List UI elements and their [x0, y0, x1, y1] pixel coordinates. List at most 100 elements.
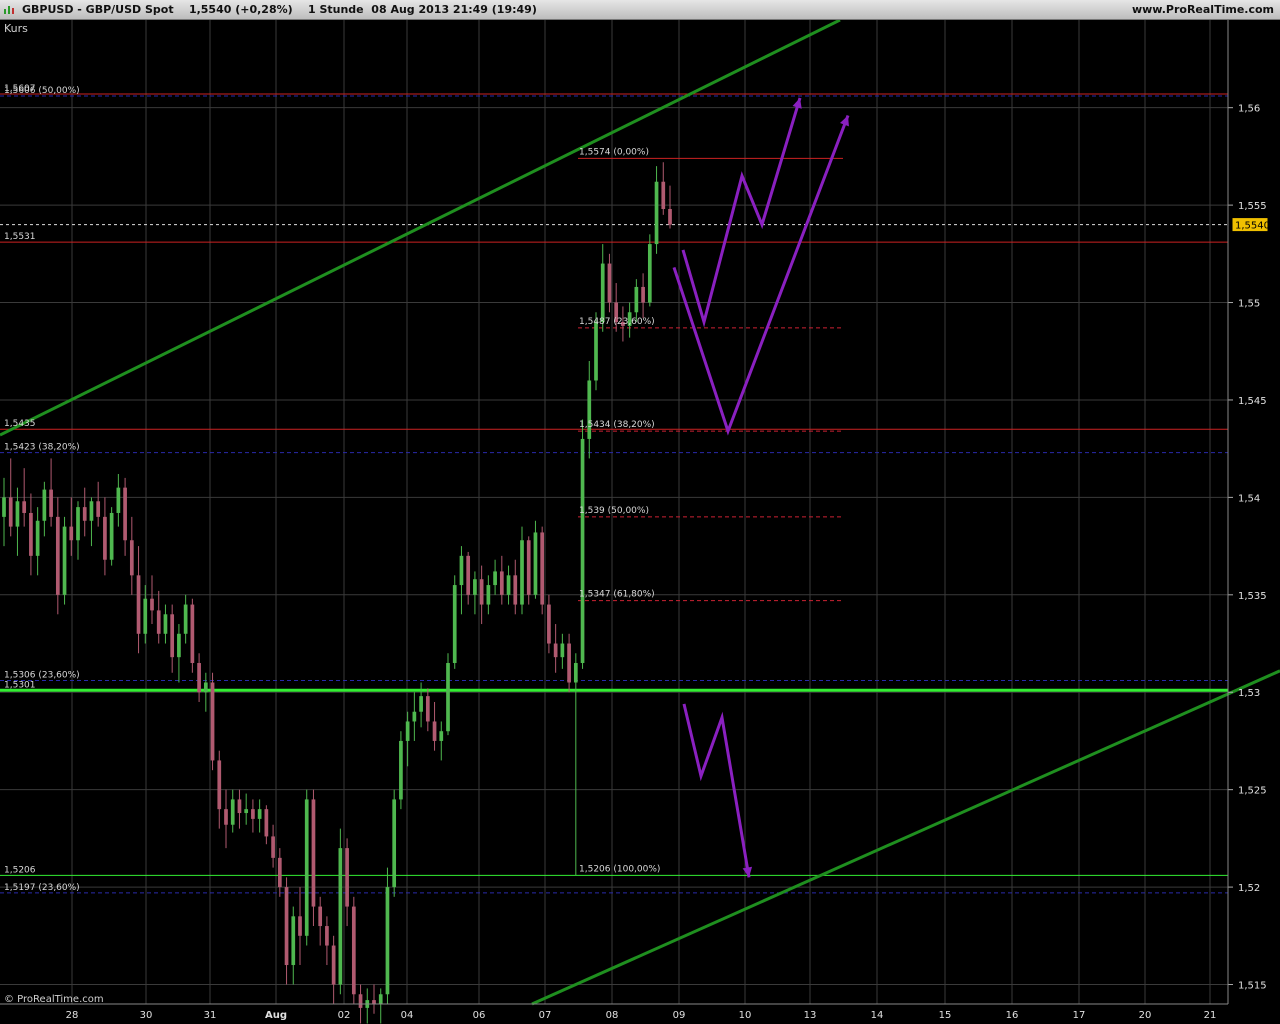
candle-body — [264, 809, 269, 837]
y-tick-label: 1,545 — [1238, 396, 1267, 407]
candle-body — [432, 721, 437, 741]
candle-body — [641, 286, 645, 303]
x-tick-label: 10 — [739, 1010, 752, 1021]
fib-label: 1,5487 (23,60%) — [579, 317, 655, 327]
candle-body — [150, 598, 154, 611]
candle-body — [318, 906, 323, 927]
candle-body — [15, 501, 20, 527]
last-price-label: 1,5540 — [1235, 221, 1270, 232]
candle-body — [210, 682, 215, 761]
y-tick-label: 1,525 — [1238, 786, 1267, 797]
level-label: 1,5606 (50,00%) — [4, 86, 80, 96]
x-tick-label: 21 — [1204, 1010, 1217, 1021]
candle-body — [325, 926, 329, 946]
candle-body — [136, 575, 141, 634]
candle-body — [499, 571, 504, 595]
candle-body — [378, 994, 383, 1004]
y-tick-label: 1,535 — [1238, 591, 1267, 602]
x-tick-label: 09 — [673, 1010, 686, 1021]
candle-body — [257, 809, 262, 819]
candle-body — [237, 799, 242, 814]
x-tick-label: 31 — [204, 1010, 217, 1021]
candle-body — [419, 696, 423, 712]
candle-body — [224, 809, 228, 825]
candle-body — [473, 579, 477, 595]
candle-body — [439, 731, 444, 741]
candle-body — [29, 512, 33, 556]
candle-body — [351, 906, 356, 995]
candle-body — [271, 836, 275, 858]
candle-body — [284, 887, 289, 966]
candle-body — [587, 380, 592, 439]
candle-body — [372, 1000, 376, 1004]
candle-body — [580, 438, 585, 664]
candle-body — [156, 610, 161, 634]
timeframe-date-label: 1 Stunde 08 Aug 2013 21:49 (19:49) — [307, 3, 537, 16]
candle-body — [452, 585, 457, 664]
candle-body — [298, 916, 302, 936]
y-tick-label: 1,555 — [1238, 201, 1267, 212]
candle-body — [170, 614, 175, 658]
symbol-label: GBPUSD - GBP/USD Spot — [22, 3, 174, 16]
x-tick-label: 07 — [539, 1010, 552, 1021]
candle-body — [594, 322, 598, 381]
candle-body — [244, 809, 249, 814]
candle-body — [109, 512, 114, 560]
candle-body — [493, 571, 497, 586]
candle-body — [55, 516, 60, 595]
candle-body — [116, 487, 121, 513]
chart-panel-title: Kurs — [4, 22, 28, 35]
candle-body — [547, 604, 551, 644]
candle-body — [634, 286, 639, 313]
fib-label: 1,539 (50,00%) — [579, 506, 649, 516]
level-label: 1,5423 (38,20%) — [4, 443, 80, 453]
candle-body — [358, 994, 363, 1008]
candle-body — [230, 799, 235, 825]
y-tick-label: 1,52 — [1238, 883, 1260, 894]
chart-title-bar: GBPUSD - GBP/USD Spot 1,5540 (+0,28%) 1 … — [0, 0, 1280, 20]
candle-body — [412, 711, 417, 722]
candle-body — [338, 848, 343, 985]
candle-body — [459, 555, 464, 586]
x-tick-label: 20 — [1139, 1010, 1152, 1021]
candle-body — [183, 604, 188, 634]
candle-body — [399, 740, 403, 800]
candle-body — [560, 643, 565, 658]
fib-label: 1,5434 (38,20%) — [579, 420, 655, 430]
candle-body — [466, 555, 471, 595]
candle-body — [385, 887, 390, 995]
candle-body — [647, 244, 652, 303]
y-tick-label: 1,56 — [1238, 104, 1260, 115]
candle-body — [533, 532, 538, 595]
x-tick-label: 16 — [1006, 1010, 1019, 1021]
candle-body — [446, 663, 450, 732]
candle-body — [123, 487, 127, 541]
y-tick-label: 1,54 — [1238, 493, 1260, 504]
candle-body — [600, 263, 605, 323]
candle-body — [345, 848, 349, 907]
x-tick-label: 14 — [871, 1010, 884, 1021]
x-tick-label: 06 — [473, 1010, 486, 1021]
candle-body — [69, 526, 74, 541]
price-change-label: 1,5540 (+0,28%) — [188, 3, 293, 16]
candle-body — [62, 526, 67, 595]
x-tick-label: 15 — [939, 1010, 952, 1021]
x-tick-label: 28 — [66, 1010, 79, 1021]
candle-body — [190, 604, 195, 664]
candle-body — [331, 945, 336, 985]
candle-body — [76, 507, 80, 541]
candle-body — [567, 643, 571, 683]
candle-body — [405, 721, 410, 741]
price-chart[interactable]: 1,56071,55311,54351,53011,52061,5606 (50… — [0, 20, 1280, 1024]
candle-body — [42, 489, 47, 521]
candle-body — [251, 809, 255, 819]
candle-body — [143, 598, 148, 634]
candle-body — [217, 760, 222, 810]
candle-body — [129, 540, 134, 576]
candle-body — [2, 497, 6, 517]
candle-body — [177, 633, 181, 658]
candle-body — [392, 799, 397, 888]
level-label: 1,5197 (23,60%) — [4, 883, 80, 893]
candle-body — [82, 507, 87, 521]
y-tick-label: 1,55 — [1238, 299, 1260, 310]
